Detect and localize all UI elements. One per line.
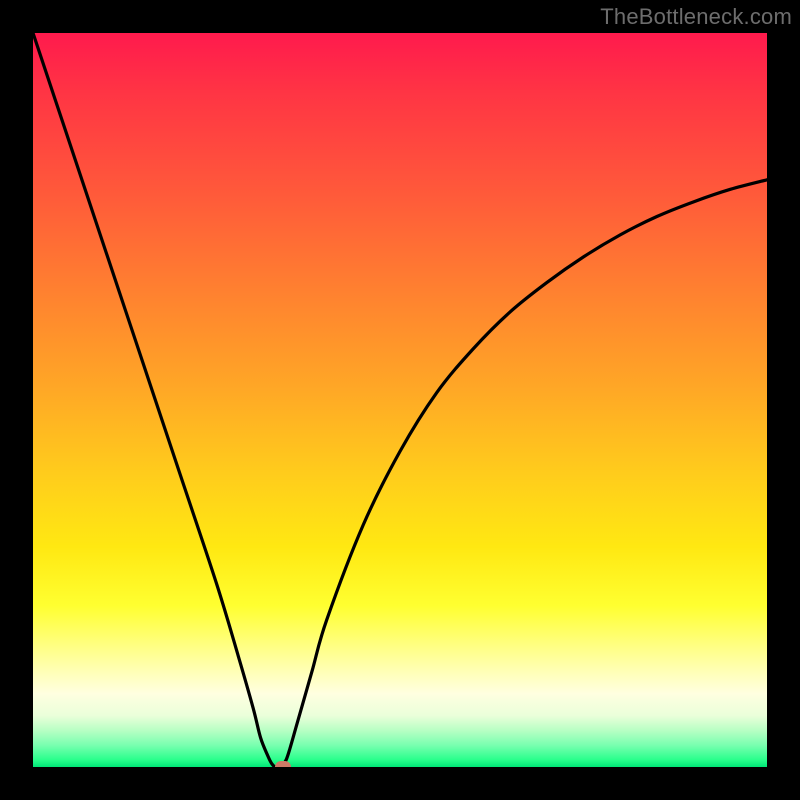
plot-area	[33, 33, 767, 767]
bottleneck-curve	[33, 33, 767, 767]
optimal-point-marker	[275, 761, 291, 767]
chart-frame: TheBottleneck.com	[0, 0, 800, 800]
curve-layer	[33, 33, 767, 767]
watermark-text: TheBottleneck.com	[600, 4, 792, 30]
